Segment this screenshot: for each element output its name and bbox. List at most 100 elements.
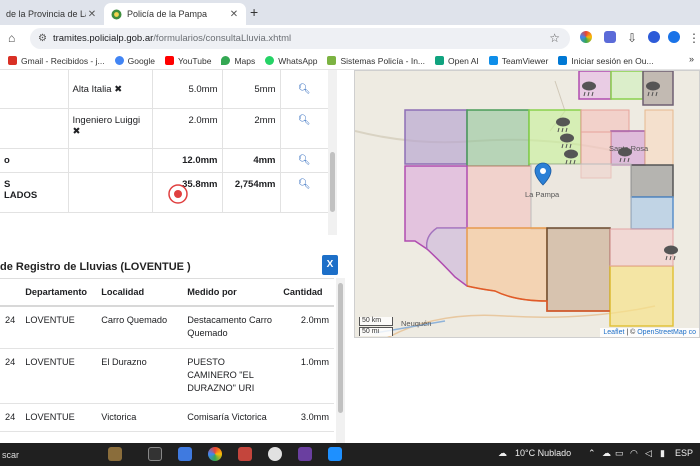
table-row: Alta Italia ✖ 5.0mm 5mm 🔍︎ [0,70,328,109]
chevron-up-icon[interactable]: ⌃ [588,448,596,459]
localidad-cell: Carro Quemado [96,306,183,349]
excel-icon: X [326,259,334,270]
medido-cell: Destacamento Carro Quemado [182,306,279,349]
task-view-icon[interactable] [148,447,162,461]
osm-link[interactable]: OpenStreetMap co [637,329,696,336]
site-info-icon[interactable]: ⚙ [38,33,47,44]
dept-region[interactable] [466,109,530,167]
dept-region[interactable] [546,227,611,312]
bookmark-star-icon[interactable]: ☆ [549,31,560,45]
col-cantidad[interactable]: Cantidad [278,278,334,307]
address-bar[interactable]: ⚙ tramites.policialp.gob.ar /formularios… [30,28,570,49]
bookmark-whatsapp[interactable]: WhatsApp [265,56,317,66]
dept-region[interactable] [630,196,674,230]
col-medido-por[interactable]: Medido por [182,278,279,307]
bookmark-teamviewer[interactable]: TeamViewer [488,56,548,66]
bookmark-youtube[interactable]: YouTube [165,56,211,66]
rainfall-map[interactable]: La Pampa Santa Rosa Neuquén 50 km 50 mi … [354,70,700,338]
extension-icon[interactable] [580,31,592,43]
extension-icon[interactable] [604,31,616,43]
bookmark-sistemas[interactable]: Sistemas Policía - In... [327,56,425,66]
bookmark-outlook[interactable]: Iniciar sesión en Ou... [558,55,654,66]
volume-icon[interactable]: ◁ [645,448,652,459]
medido-cell: Comisaría Victorica [182,403,279,433]
magnifier-icon: 🔍︎ [297,178,311,190]
scrollbar-thumb[interactable] [330,152,335,212]
tab-provincia[interactable]: de la Provincia de La Pam ✕ [0,3,104,25]
rainfall-table: Departamento Localidad Medido por Cantid… [0,278,334,433]
taskbar-app-icon[interactable] [298,447,312,461]
tab-policia[interactable]: Policía de la Pampa ✕ [104,3,246,25]
dept-region[interactable] [580,109,630,133]
col-departamento[interactable]: Departamento [20,278,97,307]
network-icon[interactable]: ▭ [615,448,624,459]
table-scrollbar[interactable] [328,70,337,235]
bookmark-maps[interactable]: Maps [221,56,255,66]
total-label: S [4,178,11,190]
close-icon[interactable]: ✕ [86,9,98,20]
table-row[interactable]: 24 LOVENTUE Carro Quemado Destacamento C… [0,306,334,349]
view-button[interactable]: 🔍︎ [280,172,328,213]
bookmarks-more-icon[interactable]: » [689,54,694,64]
dept-region[interactable] [609,228,674,267]
magnifier-icon: 🔍︎ [297,154,311,166]
magnifier-icon: 🔍︎ [297,84,311,95]
bookmark-gmail[interactable]: Gmail - Recibidos - j... [8,56,105,66]
menu-icon[interactable]: ⋮ [688,31,700,45]
dept-region[interactable] [609,265,674,327]
cloud-icon[interactable]: ☁ [602,448,611,459]
bookmark-label: Google [127,55,156,66]
url-path: /formularios/consultaLluvia.xhtml [153,33,292,44]
leaflet-link[interactable]: Leaflet [603,329,624,336]
bookmark-label: YouTube [178,55,212,66]
language-indicator[interactable]: ESP [675,448,693,458]
home-icon[interactable]: ⌂ [8,31,15,45]
download-icon[interactable]: ⇩ [627,31,637,45]
table-row: S LADOS 35.8mm 2,754mm 🔍︎ [0,172,328,213]
excel-export-button[interactable]: X [322,255,338,275]
file-explorer-icon[interactable] [178,447,192,461]
chrome-icon[interactable] [208,447,222,461]
taskbar-app-icon[interactable] [238,447,252,461]
dept-region[interactable] [630,164,674,198]
taskbar-search[interactable]: scar [0,445,92,464]
taskbar-app-icon[interactable] [328,447,342,461]
wifi-icon[interactable]: ◠ [630,448,638,459]
view-button[interactable]: 🔍︎ [280,70,328,109]
bookmark-label: WhatsApp [278,55,318,66]
table-row[interactable]: 24 LOVENTUE El Durazno PUESTO CAMINERO "… [0,348,334,404]
col-localidad[interactable]: Localidad [96,278,183,307]
bookmark-openai[interactable]: Open AI [435,56,479,66]
new-tab-icon[interactable]: + [250,4,258,20]
rainfall-table-scrollbar[interactable] [336,278,345,443]
close-icon[interactable]: ✕ [228,9,240,20]
dept-region[interactable] [610,71,644,100]
taskbar-app-icon[interactable] [108,447,122,461]
weather-icon[interactable]: ☁ [498,448,507,459]
weather-widget[interactable]: 10°C Nublado [515,448,571,458]
localidad-cell: Alta Italia [72,84,112,95]
battery-icon[interactable]: ▮ [660,448,665,459]
dept-region[interactable] [466,165,532,229]
bookmark-label: Iniciar sesión en Ou... [571,55,654,66]
scrollbar-thumb[interactable] [338,283,343,413]
profile-icon[interactable] [648,31,660,43]
table-row[interactable]: 24 LOVENTUE Victorica Comisaría Victoric… [0,403,334,433]
map-scale: 50 km 50 mi [359,317,393,337]
avatar[interactable] [668,31,680,43]
taskbar-app-icon[interactable] [268,447,282,461]
view-button[interactable]: 🔍︎ [280,108,328,149]
section-title: de Registro de Lluvias (LOVENTUE ) [0,261,191,273]
bookmark-google[interactable]: Google [114,55,156,66]
cursor-target-icon [167,183,188,204]
dept-region[interactable] [644,109,674,166]
attrib-separator: | © [624,329,638,336]
province-map [355,71,699,337]
scale-mi: 50 mi [359,327,393,336]
total-label: o [0,148,69,173]
value-cell: 5.0mm [152,70,223,109]
view-button[interactable]: 🔍︎ [280,148,328,173]
bookmarks-bar: Gmail - Recibidos - j... Google YouTube … [0,52,700,70]
dept-region[interactable] [404,109,468,165]
magnifier-icon: 🔍︎ [297,114,311,126]
